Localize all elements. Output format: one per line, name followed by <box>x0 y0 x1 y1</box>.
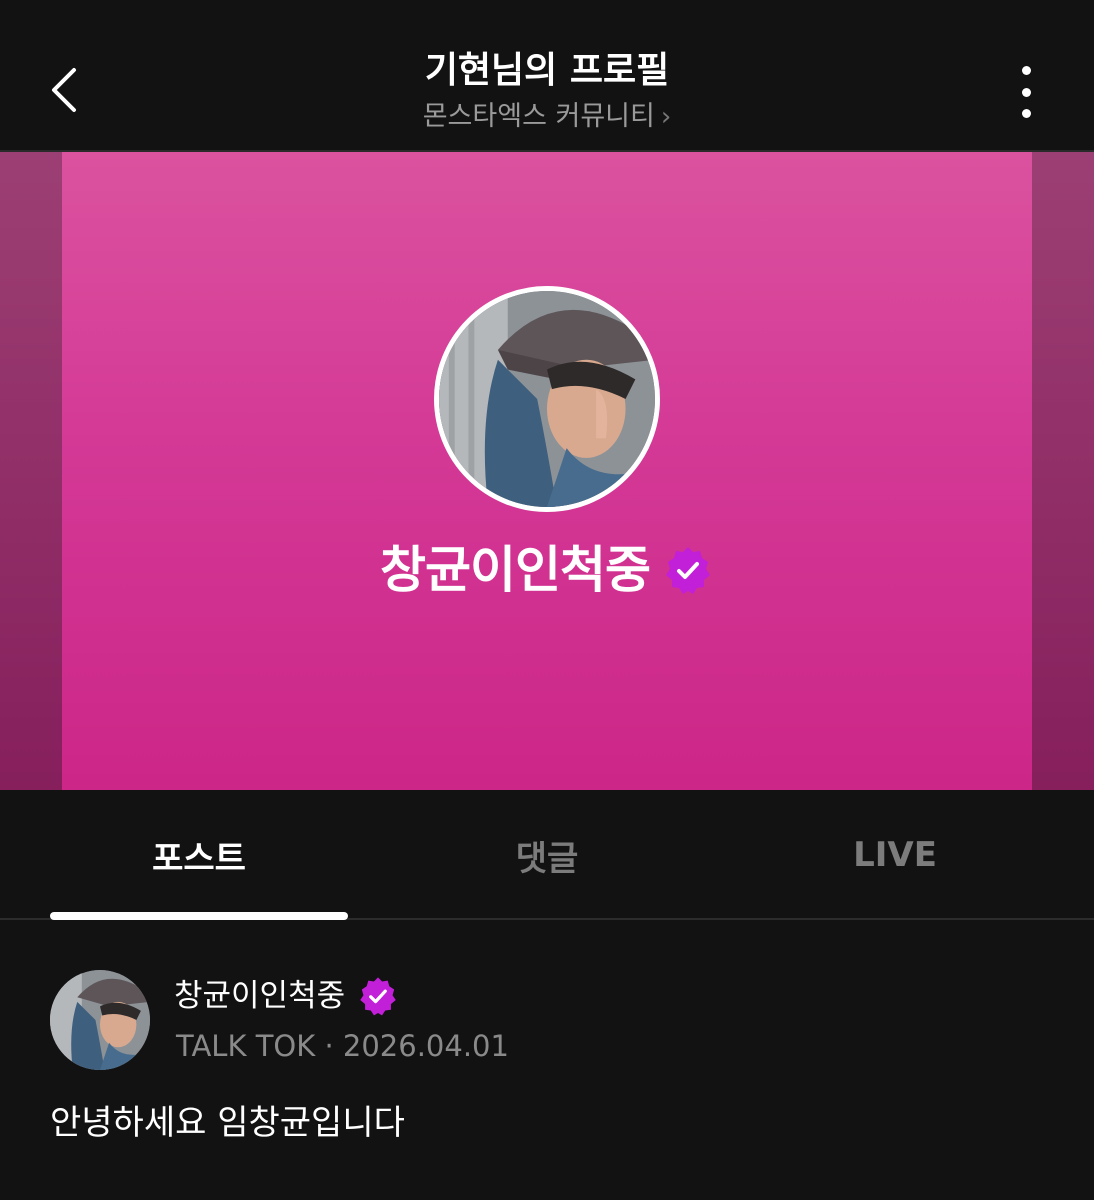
profile-avatar[interactable] <box>434 286 660 512</box>
profile-name-row: 창균이인척중 <box>0 540 1094 600</box>
tab-live[interactable]: LIVE <box>746 790 1044 920</box>
post-item[interactable]: 창균이인척중 TALK TOK · 2026.04.01 안녕하세요 임창균입니… <box>0 922 1094 1200</box>
more-vertical-icon-dot <box>1021 109 1031 118</box>
post-author-avatar[interactable] <box>50 970 150 1070</box>
banner-edge-right <box>1032 152 1094 790</box>
post-author-row: 창균이인척중 <box>174 974 399 1018</box>
verified-badge-icon <box>360 977 396 1016</box>
more-options-button[interactable] <box>1006 62 1046 122</box>
banner-edge-left <box>0 152 62 790</box>
post-body: 안녕하세요 임창균입니다 <box>50 1103 405 1143</box>
more-vertical-icon-dot <box>1021 66 1031 75</box>
chevron-right-icon: › <box>660 102 672 132</box>
header-title-group: 기현님의 프로필 몬스타엑스 커뮤니티 › <box>0 46 1094 136</box>
top-app-bar: 기현님의 프로필 몬스타엑스 커뮤니티 › <box>0 0 1094 152</box>
tab-posts[interactable]: 포스트 <box>50 790 348 920</box>
verified-badge-icon <box>666 547 710 594</box>
tab-comments[interactable]: 댓글 <box>398 790 696 920</box>
avatar-photo <box>50 970 150 1070</box>
page-title: 기현님의 프로필 <box>424 50 670 91</box>
profile-tabs: 포스트 댓글 LIVE <box>0 790 1094 920</box>
profile-banner: 창균이인척중 <box>0 152 1094 790</box>
more-vertical-icon-dot <box>1021 87 1031 97</box>
active-tab-indicator <box>50 912 348 920</box>
community-link[interactable]: 몬스타엑스 커뮤니티 › <box>423 98 672 136</box>
avatar-photo <box>439 291 655 507</box>
community-name: 몬스타엑스 커뮤니티 <box>422 101 655 132</box>
profile-name: 창균이인척중 <box>380 541 651 599</box>
post-meta: TALK TOK · 2026.04.01 <box>176 1029 509 1063</box>
post-author-name[interactable]: 창균이인척중 <box>174 974 345 1018</box>
